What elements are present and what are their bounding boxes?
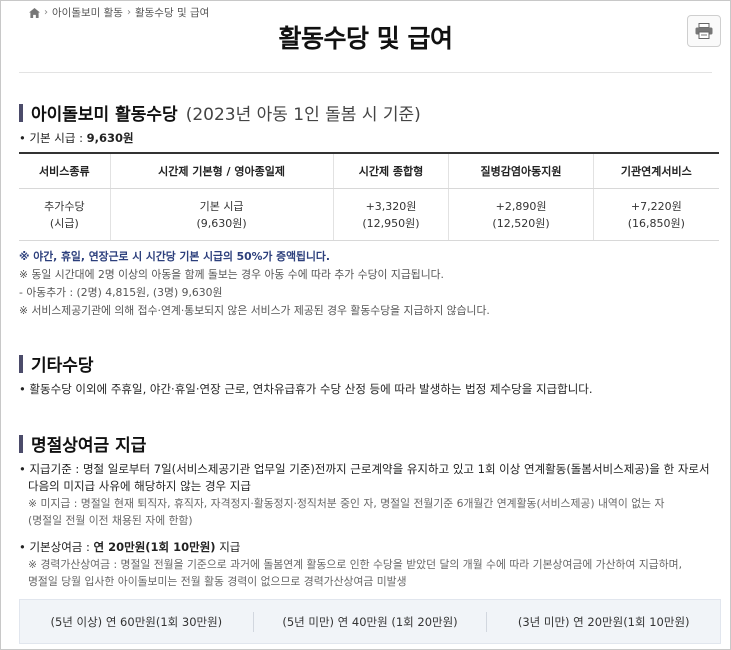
base-wage-value: 9,630원 [86, 131, 134, 145]
exclusion-line: (명절일 전월 이전 채용된 자에 한함) [28, 514, 193, 527]
tier-item: (5년 이상) 연 60만원(1회 30만원) [50, 614, 223, 629]
criteria-text: 지급기준 : 명절 일로부터 7일(서비스제공기관 업무일 기준)전까지 근로계… [29, 462, 710, 476]
bonus-criteria: • 지급기준 : 명절 일로부터 7일(서비스제공기관 업무일 기준)전까지 근… [19, 461, 719, 529]
section-subtitle: (2023년 아동 1인 돌봄 시 기준) [185, 105, 421, 125]
bullet-dot: • [19, 540, 30, 554]
table-cell: 추가수당 (시급) [19, 188, 111, 241]
table-cell: +7,220원 (16,850원) [592, 188, 719, 241]
breadcrumb-item-current[interactable]: 활동수당 및 급여 [135, 5, 209, 20]
note-unregistered: ※ 서비스제공기관에 의해 접수·연계·통보되지 않은 서비스가 제공된 경우 … [19, 304, 490, 317]
basic-bonus-suffix: 지급 [215, 540, 241, 554]
base-wage-label: 기본 시급 : [29, 131, 87, 145]
page-title: 활동수당 및 급여 [278, 24, 453, 53]
section-marker [19, 103, 23, 122]
other-allowance-desc: 활동수당 이외에 주휴일, 야간·휴일·연장 근로, 연차유급휴가 수당 산정 … [29, 382, 593, 396]
basic-bonus-label: 기본상여금 : [29, 540, 94, 554]
exclusion-line: ※ 미지급 : 명절일 현재 퇴직자, 휴직자, 자격정지·활동정지·정직처분 … [28, 497, 665, 510]
cell-line: (16,850원) [627, 216, 685, 230]
table-cell: +2,890원 (12,520원) [448, 188, 594, 241]
table-header: 시간제 기본형 / 영아종일제 [109, 152, 333, 189]
table-header: 서비스종류 [19, 152, 111, 189]
table-header: 기관연계서비스 [592, 152, 719, 189]
page-frame: › 아이돌보미 활동 › 활동수당 및 급여 활동수당 및 급여 아이돌보미 활… [0, 0, 731, 650]
cell-line: (시급) [49, 216, 79, 230]
breadcrumb-item[interactable]: 아이돌보미 활동 [52, 5, 123, 20]
other-allowance-text: • 활동수당 이외에 주휴일, 야간·휴일·연장 근로, 연차유급휴가 수당 산… [19, 381, 593, 397]
cell-line: (12,950원) [362, 216, 420, 230]
basic-bonus-value: 연 20만원(1회 10만원) [93, 540, 216, 554]
basic-bonus-line: • 기본상여금 : 연 20만원(1회 10만원) 지급 [19, 539, 719, 556]
cell-line: (12,520원) [492, 216, 550, 230]
base-wage: • 기본 시급 : 9,630원 [19, 130, 134, 146]
breadcrumb: › 아이돌보미 활동 › 활동수당 및 급여 [29, 5, 209, 20]
table-cell: +3,320원 (12,950원) [332, 188, 449, 241]
section-title-text: 기타수당 [31, 356, 94, 376]
tier-item: (3년 미만) 연 20만원(1회 10만원) [517, 614, 690, 629]
career-bonus-tiers: (5년 이상) 연 60만원(1회 30만원) (5년 미만) 연 40만원 (… [19, 599, 721, 644]
table-header: 질병감염아동지원 [448, 152, 594, 189]
section-title-text: 아이돌보미 활동수당 [31, 105, 178, 125]
career-line: 명절일 당월 입사한 아이돌보미는 전월 활동 경력이 없으므로 경력가산상여금… [28, 575, 407, 588]
cell-line: +7,220원 [630, 199, 682, 213]
basic-bonus: • 기본상여금 : 연 20만원(1회 10만원) 지급 ※ 경력가산상여금 :… [19, 539, 719, 590]
tier-item: (5년 미만) 연 40만원 (1회 20만원) [282, 614, 458, 629]
bullet-dot: • [19, 462, 30, 476]
section-marker [19, 434, 23, 453]
table-row: 추가수당 (시급) 기본 시급 (9,630원) +3,320원 (12,950원) … [19, 188, 719, 241]
chevron-right-icon: › [44, 7, 48, 18]
table-header-row: 서비스종류 시간제 기본형 / 영아종일제 시간제 종합형 질병감염아동지원 기… [19, 152, 719, 189]
section-title-bonus: 명절상여금 지급 [19, 431, 146, 456]
cell-line: 추가수당 [44, 199, 85, 213]
note-overtime: ※ 야간, 휴일, 연장근로 시 시간당 기본 시급의 50%가 증액됩니다. [19, 250, 330, 263]
divider [19, 72, 712, 73]
home-icon[interactable] [29, 7, 40, 18]
section-title-text: 명절상여금 지급 [31, 436, 147, 456]
cell-line: +2,890원 [495, 199, 547, 213]
note-child-extra: - 아동추가 : (2명) 4,815원, (3명) 9,630원 [19, 286, 223, 299]
criteria-line: • 지급기준 : 명절 일로부터 7일(서비스제공기관 업무일 기준)전까지 근… [19, 461, 719, 478]
table-header: 시간제 종합형 [332, 152, 449, 189]
career-line: ※ 경력가산상여금 : 명절일 전월을 기준으로 과거에 돌봄연계 활동으로 인… [28, 558, 683, 571]
printer-icon [695, 23, 713, 39]
section-title-other: 기타수당 [19, 351, 94, 376]
cell-line: 기본 시급 [199, 199, 244, 213]
chevron-right-icon: › [126, 7, 131, 18]
bullet-dot: • [19, 131, 30, 145]
note-multi-child: ※ 동일 시간대에 2명 이상의 아동을 함께 돌보는 경우 아동 수에 따라 … [19, 268, 444, 281]
bullet-dot: • [19, 382, 30, 396]
print-button[interactable] [687, 15, 721, 47]
allowance-table: 서비스종류 시간제 기본형 / 영아종일제 시간제 종합형 질병감염아동지원 기… [19, 152, 719, 241]
section-title-allowance: 아이돌보미 활동수당 (2023년 아동 1인 돌봄 시 기준) [19, 100, 421, 125]
section-marker [19, 354, 23, 373]
criteria-line: 다음의 미지급 사유에 해당하지 않는 경우 지급 [28, 479, 251, 493]
table-cell: 기본 시급 (9,630원) [109, 188, 333, 241]
cell-line: (9,630원) [196, 216, 247, 230]
cell-line: +3,320원 [365, 199, 417, 213]
